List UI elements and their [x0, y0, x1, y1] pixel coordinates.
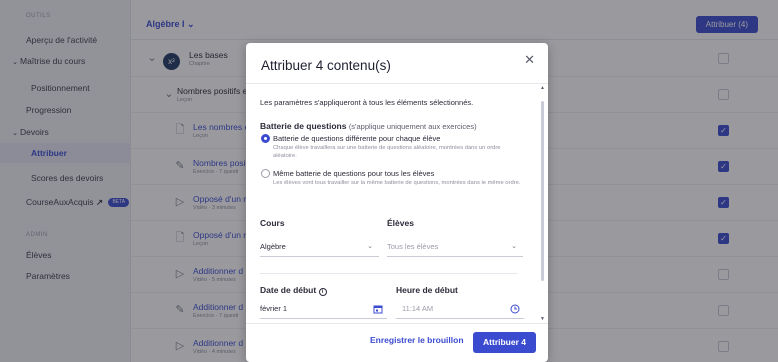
assign-modal: Attribuer 4 contenu(s) ✕ Les paramètres … — [246, 43, 548, 362]
clock-icon[interactable] — [510, 304, 520, 314]
start-date-value: février 1 — [260, 304, 288, 313]
start-time-input[interactable]: 11:14 AM — [396, 299, 524, 319]
scroll-down-arrow[interactable]: ▼ — [540, 316, 545, 322]
question-bank-hint: (s'applique uniquement aux exercices) — [348, 122, 477, 131]
modal-footer: Enregistrer le brouillon Attribuer 4 — [246, 323, 548, 362]
scrollbar-thumb[interactable] — [541, 101, 544, 281]
radio-different-bank-desc: Chaque élève travaillera sur une batteri… — [273, 145, 501, 159]
radio-same-bank[interactable] — [261, 169, 270, 178]
modal-title: Attribuer 4 contenu(s) — [261, 58, 391, 73]
start-date-input[interactable]: février 1 — [260, 299, 387, 319]
radio-same-bank-desc: Les élèves vont tous travailler sur la m… — [273, 180, 521, 186]
close-icon[interactable]: ✕ — [524, 52, 535, 68]
calendar-icon[interactable] — [373, 304, 383, 314]
course-label: Cours — [260, 218, 285, 228]
students-label: Élèves — [387, 218, 414, 228]
intro-text: Les paramètres s'appliqueront à tous les… — [260, 98, 474, 107]
start-time-value: 11:14 AM — [402, 304, 434, 313]
assign-button[interactable]: Attribuer 4 — [473, 332, 536, 353]
radio-different-bank[interactable] — [261, 134, 270, 143]
course-select-value: Algèbre — [260, 242, 286, 251]
modal-body: Les paramètres s'appliqueront à tous les… — [246, 83, 548, 323]
save-draft-button[interactable]: Enregistrer le brouillon — [370, 335, 464, 345]
chevron-down-icon: ⌄ — [367, 243, 373, 250]
question-bank-title: Batterie de questions — [260, 121, 347, 131]
start-date-label-text: Date de début — [260, 285, 317, 295]
start-time-label: Heure de début — [396, 285, 458, 295]
divider — [260, 273, 518, 274]
radio-same-bank-label[interactable]: Même batterie de questions pour tous les… — [273, 169, 434, 178]
chevron-down-icon: ⌄ — [511, 243, 517, 250]
course-select[interactable]: Algèbre ⌄ — [260, 237, 379, 257]
start-date-label: Date de début i — [260, 285, 327, 296]
info-icon[interactable]: i — [318, 288, 327, 296]
students-select[interactable]: Tous les élèves ⌄ — [387, 237, 523, 257]
question-bank-label: Batterie de questions (s'applique unique… — [260, 121, 477, 131]
scroll-up-arrow[interactable]: ▲ — [540, 85, 545, 91]
radio-different-bank-label[interactable]: Batterie de questions différente pour ch… — [273, 134, 440, 143]
students-select-value: Tous les élèves — [387, 242, 439, 251]
